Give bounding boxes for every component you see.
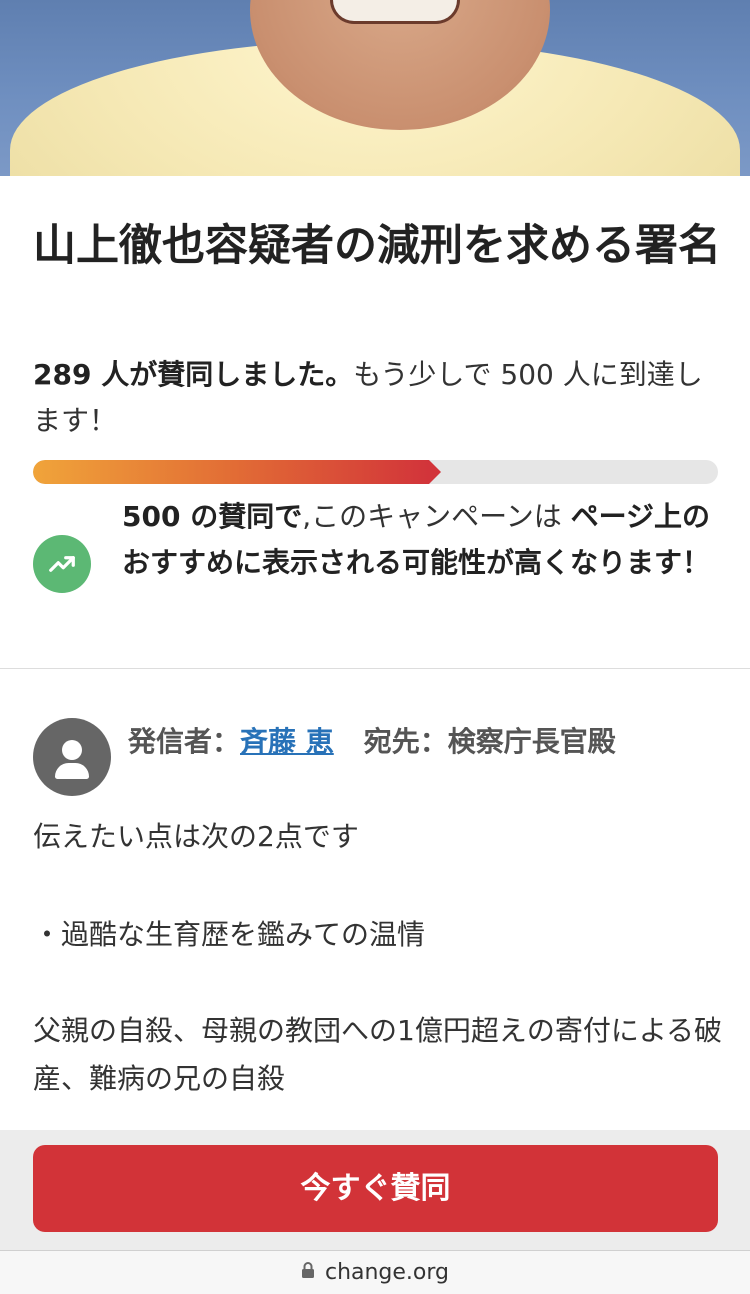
browser-url-bar[interactable]: change.org — [0, 1250, 750, 1294]
body-paragraph-2: ・過酷な生育歴を鑑みての温情 — [33, 918, 426, 951]
recipient-name: 検察庁長官殿 — [447, 725, 616, 758]
section-divider — [0, 668, 750, 669]
user-avatar-icon — [33, 718, 111, 796]
petition-hero-image — [0, 0, 750, 176]
sign-now-button[interactable]: 今すぐ賛同 — [33, 1145, 718, 1232]
milestone-bold-1: 500 の賛同で — [122, 500, 303, 533]
lock-icon — [301, 1251, 315, 1294]
petition-meta: 発信者：斉藤 恵宛先：検察庁長官殿 — [128, 720, 728, 764]
recipient-label: 宛先： — [363, 725, 448, 758]
milestone-normal: ,このキャンペーンは — [302, 500, 571, 533]
body-paragraph-1: 伝えたい点は次の2点です — [33, 820, 359, 853]
author-link[interactable]: 斉藤 恵 — [240, 725, 334, 758]
milestone-message: 500 の賛同で,このキャンペーンは ページ上のおすすめに表示される可能性が高く… — [122, 494, 722, 586]
progress-bar — [33, 460, 718, 484]
petition-title: 山上徹也容疑者の減刑を求める署名 — [33, 221, 721, 271]
browser-url: change.org — [324, 1260, 450, 1285]
author-label: 発信者： — [128, 725, 241, 758]
body-paragraph-3: 父親の自殺、母親の教団への1億円超えの寄付による破産、難病の兄の自殺 — [33, 1014, 722, 1095]
trending-up-icon — [33, 535, 91, 593]
supporter-count: 289 人が賛同しました。もう少しで 500 人に到達します！ — [33, 352, 723, 444]
supporter-count-bold: 289 人が賛同しました。 — [33, 358, 354, 391]
progress-bar-tip — [429, 460, 441, 484]
progress-bar-fill — [33, 460, 429, 484]
